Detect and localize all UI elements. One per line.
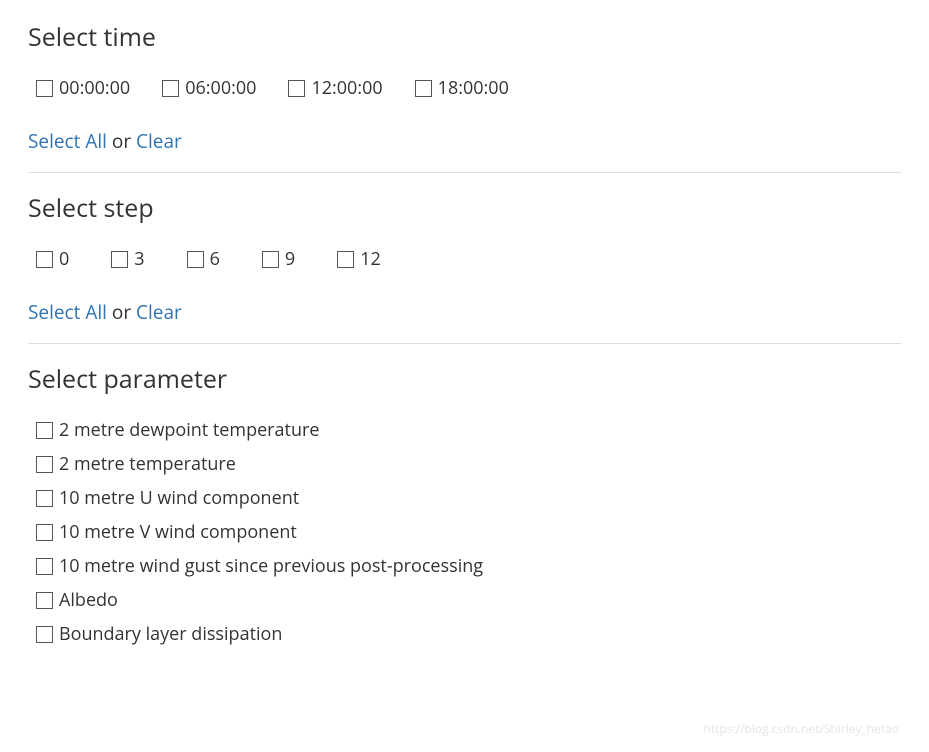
parameter-option-label: 10 metre wind gust since previous post-p… [59, 554, 483, 578]
time-option-0000[interactable]: 00:00:00 [36, 76, 130, 100]
time-options-row: 00:00:00 06:00:00 12:00:00 18:00:00 [36, 76, 901, 100]
time-option-label: 12:00:00 [311, 76, 382, 100]
heading-select-step: Select step [28, 191, 901, 225]
checkbox-icon[interactable] [187, 251, 204, 268]
checkbox-icon[interactable] [337, 251, 354, 268]
actions-separator: or [112, 128, 131, 154]
step-option-label: 3 [134, 247, 144, 271]
time-option-label: 18:00:00 [438, 76, 509, 100]
parameter-option-2m-temperature[interactable]: 2 metre temperature [36, 452, 901, 476]
checkbox-icon[interactable] [36, 524, 53, 541]
checkbox-icon[interactable] [36, 592, 53, 609]
divider [28, 172, 901, 173]
step-option-label: 0 [59, 247, 69, 271]
parameter-option-10m-wind-gust[interactable]: 10 metre wind gust since previous post-p… [36, 554, 901, 578]
checkbox-icon[interactable] [262, 251, 279, 268]
checkbox-icon[interactable] [36, 626, 53, 643]
clear-link[interactable]: Clear [136, 299, 182, 325]
time-actions: Select All or Clear [28, 128, 901, 154]
clear-link[interactable]: Clear [136, 128, 182, 154]
checkbox-icon[interactable] [36, 251, 53, 268]
watermark: https://blog.csdn.net/Shirley_hetao [704, 720, 899, 737]
parameter-option-2m-dewpoint-temperature[interactable]: 2 metre dewpoint temperature [36, 418, 901, 442]
step-option-9[interactable]: 9 [262, 247, 295, 271]
step-option-12[interactable]: 12 [337, 247, 381, 271]
parameter-option-label: 10 metre V wind component [59, 520, 297, 544]
parameter-option-boundary-layer-dissipation[interactable]: Boundary layer dissipation [36, 622, 901, 646]
time-option-1200[interactable]: 12:00:00 [288, 76, 382, 100]
parameter-option-label: Albedo [59, 588, 118, 612]
parameter-option-10m-u-wind[interactable]: 10 metre U wind component [36, 486, 901, 510]
parameter-option-10m-v-wind[interactable]: 10 metre V wind component [36, 520, 901, 544]
select-all-link[interactable]: Select All [28, 128, 107, 154]
heading-select-time: Select time [28, 20, 901, 54]
select-all-link[interactable]: Select All [28, 299, 107, 325]
step-option-label: 9 [285, 247, 295, 271]
step-option-label: 12 [360, 247, 381, 271]
checkbox-icon[interactable] [36, 456, 53, 473]
actions-separator: or [112, 299, 131, 325]
checkbox-icon[interactable] [36, 422, 53, 439]
step-option-0[interactable]: 0 [36, 247, 69, 271]
time-option-1800[interactable]: 18:00:00 [415, 76, 509, 100]
parameter-options-list: 2 metre dewpoint temperature 2 metre tem… [36, 418, 901, 646]
checkbox-icon[interactable] [288, 80, 305, 97]
section-select-time: Select time 00:00:00 06:00:00 12:00:00 1… [28, 20, 901, 154]
time-option-label: 00:00:00 [59, 76, 130, 100]
parameter-option-albedo[interactable]: Albedo [36, 588, 901, 612]
parameter-option-label: 10 metre U wind component [59, 486, 299, 510]
checkbox-icon[interactable] [162, 80, 179, 97]
step-actions: Select All or Clear [28, 299, 901, 325]
parameter-option-label: 2 metre temperature [59, 452, 236, 476]
checkbox-icon[interactable] [111, 251, 128, 268]
step-option-label: 6 [210, 247, 220, 271]
divider [28, 343, 901, 344]
step-options-row: 0 3 6 9 12 [36, 247, 901, 271]
checkbox-icon[interactable] [36, 490, 53, 507]
parameter-option-label: 2 metre dewpoint temperature [59, 418, 319, 442]
checkbox-icon[interactable] [415, 80, 432, 97]
parameter-option-label: Boundary layer dissipation [59, 622, 282, 646]
checkbox-icon[interactable] [36, 80, 53, 97]
time-option-0600[interactable]: 06:00:00 [162, 76, 256, 100]
section-select-step: Select step 0 3 6 9 12 Select All or Cle… [28, 191, 901, 325]
heading-select-parameter: Select parameter [28, 362, 901, 396]
step-option-3[interactable]: 3 [111, 247, 144, 271]
step-option-6[interactable]: 6 [187, 247, 220, 271]
checkbox-icon[interactable] [36, 558, 53, 575]
time-option-label: 06:00:00 [185, 76, 256, 100]
section-select-parameter: Select parameter 2 metre dewpoint temper… [28, 362, 901, 646]
